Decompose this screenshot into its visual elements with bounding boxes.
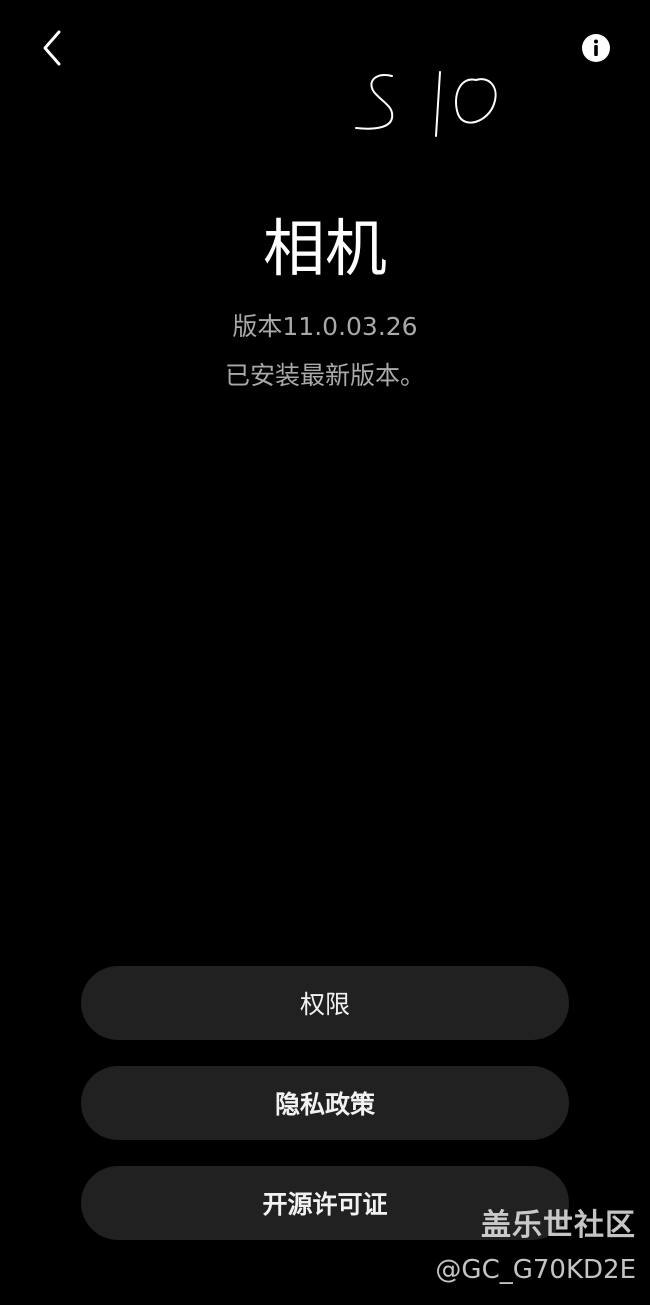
privacy-policy-button[interactable]: 隐私政策 (81, 1066, 569, 1140)
watermark-site: 盖乐世社区 (481, 1208, 636, 1243)
permissions-button[interactable]: 权限 (81, 966, 569, 1040)
version-text: 版本11.0.03.26 (232, 312, 418, 341)
info-circle-icon (582, 34, 610, 62)
privacy-policy-label: 隐私政策 (274, 1090, 375, 1119)
permissions-label: 权限 (299, 990, 350, 1019)
app-title: 相机 (262, 212, 387, 285)
chevron-left-icon (43, 30, 61, 66)
watermark-user: @GC_G70KD2E (435, 1255, 636, 1285)
back-button[interactable] (28, 24, 76, 72)
handwritten-annotation (355, 71, 497, 137)
update-status-text: 已安装最新版本。 (224, 361, 425, 390)
open-source-license-label: 开源许可证 (262, 1190, 388, 1219)
info-button[interactable] (572, 24, 620, 72)
